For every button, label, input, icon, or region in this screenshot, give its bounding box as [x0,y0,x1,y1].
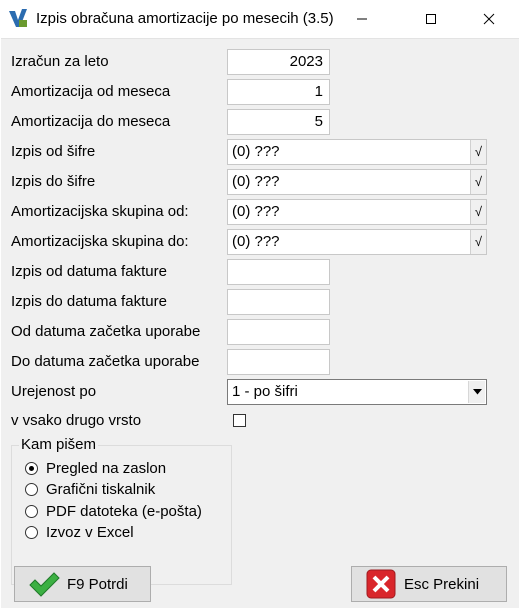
use-start-from-input[interactable] [227,319,330,345]
year-label: Izračun za leto [11,53,109,70]
output-option-screen[interactable]: Pregled na zaslon [25,458,166,478]
minimize-button[interactable] [339,0,385,38]
sort-label: Urejenost po [11,383,97,400]
year-input[interactable]: 2023 [227,49,330,75]
output-option-pdf[interactable]: PDF datoteka (e-pošta) [25,501,202,521]
app-icon [9,9,27,27]
group-to-input[interactable]: (0) ??? √ [227,229,487,255]
group-from-lookup-button[interactable]: √ [470,200,486,224]
output-option-excel-label: Izvoz v Excel [46,523,134,541]
chevron-down-icon [472,389,482,395]
code-to-value: (0) ??? [232,173,280,190]
output-option-screen-radio[interactable] [25,461,38,475]
window-title: Izpis obračuna amortizacije po mesecih (… [36,10,334,27]
group-from-input[interactable]: (0) ??? √ [227,199,487,225]
code-to-label: Izpis do šifre [11,173,96,190]
month-from-input[interactable]: 1 [227,79,330,105]
title-bar: Izpis obračuna amortizacije po mesecih (… [0,0,520,38]
maximize-icon [426,14,436,24]
dialog-body: Izračun za leto 2023 Amortizacija od mes… [1,38,519,608]
output-option-printer-label: Grafični tiskalnik [46,480,156,498]
output-option-screen-label: Pregled na zaslon [46,459,167,477]
group-to-label: Amortizacijska skupina do: [11,233,189,250]
minimize-icon [357,18,367,20]
confirm-button[interactable]: F9 Potrdi [14,566,151,602]
confirm-button-label: F9 Potrdi [67,575,128,593]
group-from-value: (0) ??? [232,203,280,220]
group-to-lookup-button[interactable]: √ [470,230,486,254]
month-to-label: Amortizacija do meseca [11,113,171,130]
x-icon [364,569,398,599]
code-from-value: (0) ??? [232,143,280,160]
code-to-lookup-button[interactable]: √ [470,170,486,194]
close-icon [483,13,495,25]
output-group-legend: Kam pišem [19,436,99,454]
output-option-printer[interactable]: Grafični tiskalnik [25,479,155,499]
group-from-label: Amortizacijska skupina od: [11,203,189,220]
close-button[interactable] [466,0,512,38]
month-from-label: Amortizacija od meseca [11,83,171,100]
output-option-excel[interactable]: Izvoz v Excel [25,522,134,542]
checkmark-icon [27,569,61,599]
output-option-excel-radio[interactable] [25,525,38,539]
use-start-to-input[interactable] [227,349,330,375]
alternate-row-label: v vsako drugo vrsto [11,412,142,429]
invoice-date-to-input[interactable] [227,289,330,315]
output-option-pdf-radio[interactable] [25,504,38,518]
maximize-button[interactable] [408,0,454,38]
sort-select-value: 1 - po šifri [232,383,298,400]
invoice-date-from-input[interactable] [227,259,330,285]
cancel-button[interactable]: Esc Prekini [351,566,507,602]
code-from-input[interactable]: (0) ??? √ [227,139,487,165]
code-from-label: Izpis od šifre [11,143,96,160]
code-to-input[interactable]: (0) ??? √ [227,169,487,195]
output-option-pdf-label: PDF datoteka (e-pošta) [46,502,202,520]
invoice-date-from-label: Izpis od datuma fakture [11,263,167,280]
use-start-from-label: Od datuma začetka uporabe [11,323,201,340]
sort-dropdown-button[interactable] [468,381,485,403]
use-start-to-label: Do datuma začetka uporabe [11,353,200,370]
output-option-printer-radio[interactable] [25,482,38,496]
month-to-input[interactable]: 5 [227,109,330,135]
group-to-value: (0) ??? [232,233,280,250]
cancel-button-label: Esc Prekini [404,575,480,593]
code-from-lookup-button[interactable]: √ [470,140,486,164]
alternate-row-checkbox[interactable] [233,414,246,427]
invoice-date-to-label: Izpis do datuma fakture [11,293,167,310]
sort-select[interactable]: 1 - po šifri [227,379,487,405]
